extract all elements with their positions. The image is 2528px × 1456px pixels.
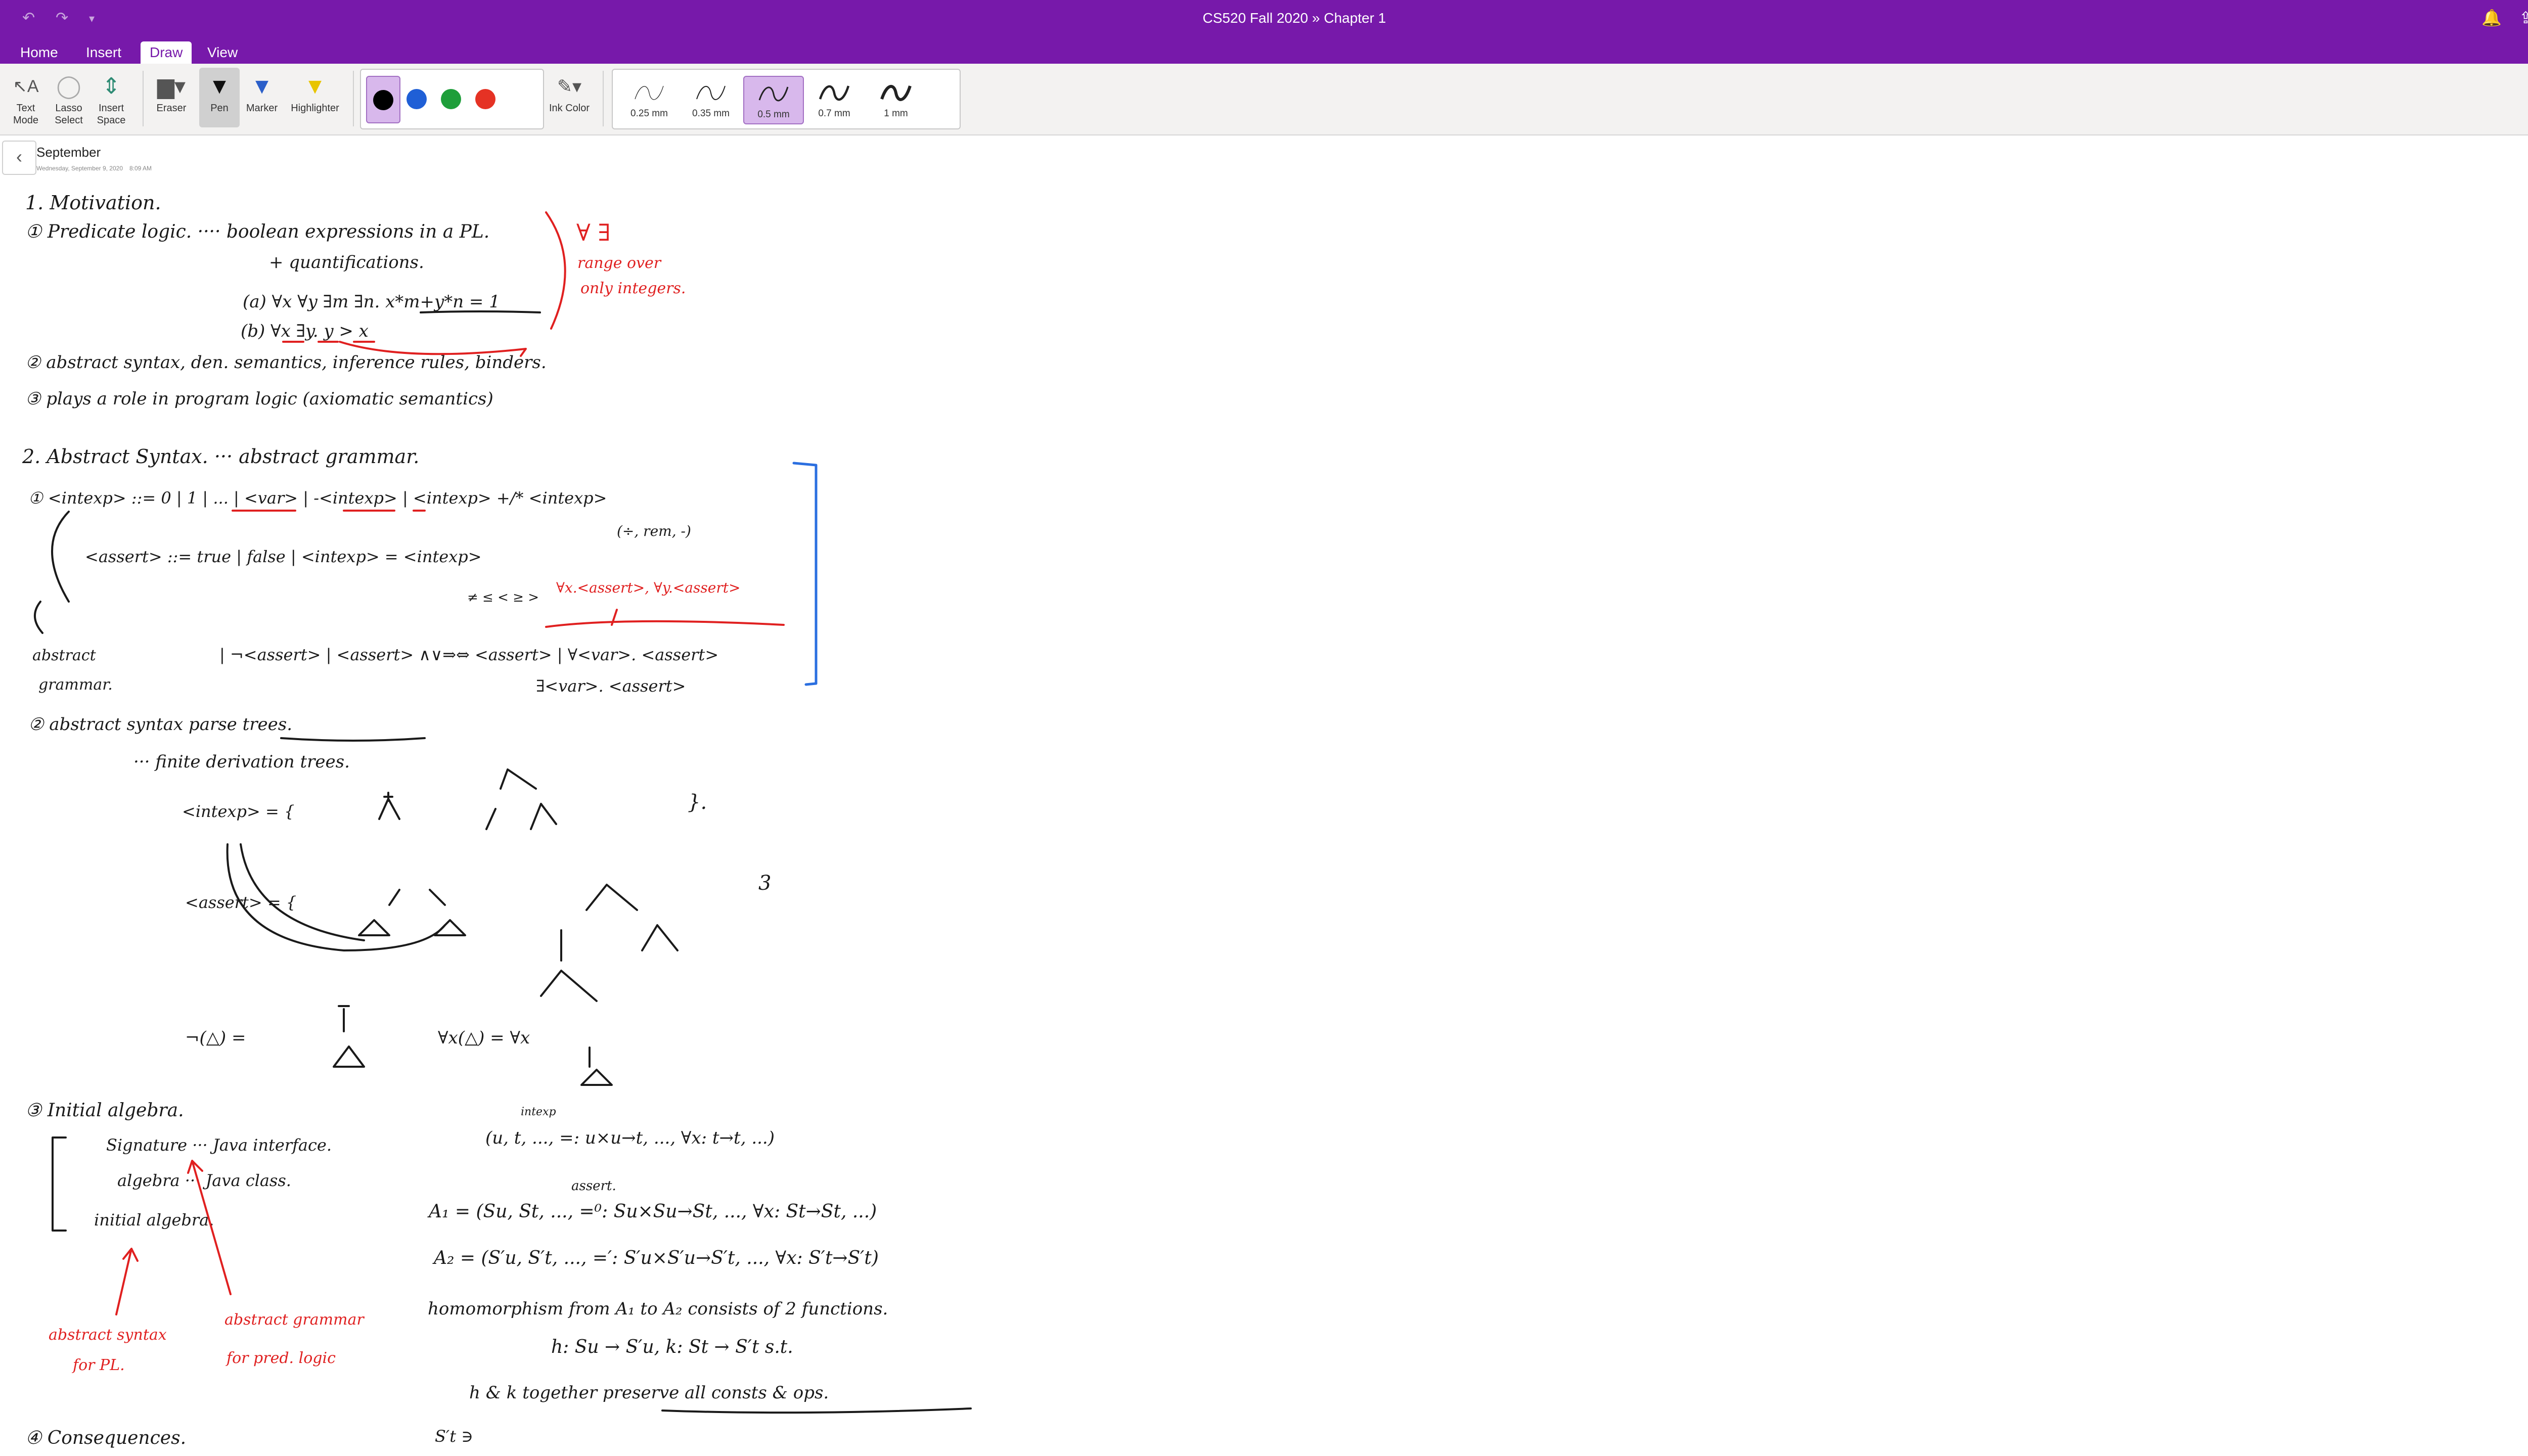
ink-tree-times <box>485 768 557 830</box>
ink-canvas[interactable]: 1. Motivation. ① Predicate logic. ···· b… <box>0 0 2528 1456</box>
ink-parse-trees: ② abstract syntax parse trees. <box>28 714 292 735</box>
ink-red-abstract-grammar: abstract grammar <box>224 1311 365 1329</box>
ink-close-brace: }. <box>688 791 707 814</box>
ink-algebra: algebra ··· Java class. <box>117 1171 291 1190</box>
ink-red-for-pl: for PL. <box>72 1356 125 1374</box>
ink-initial-algebra: initial algebra. <box>94 1210 214 1230</box>
ink-red-range: range over <box>577 254 662 272</box>
ink-forall-tree-shape <box>580 1046 613 1086</box>
ink-predicate-logic: ① Predicate logic. ···· boolean expressi… <box>25 221 489 242</box>
ink-h-k-functions: h: Su → S′u, k: St → S′t s.t. <box>551 1337 793 1357</box>
ink-preserve: h & k together preserve all consts & ops… <box>469 1383 829 1403</box>
ink-red-pred-logic: for pred. logic <box>225 1349 336 1367</box>
ink-heading-initial-algebra: ③ Initial algebra. <box>25 1100 184 1121</box>
ink-neg-tree-shape <box>333 1005 365 1068</box>
ink-grammar-exists: ∃<var>. <assert> <box>536 676 686 696</box>
ink-homomorphism: homomorphism from A₁ to A₂ consists of 2… <box>428 1299 888 1319</box>
ink-tree-plus <box>378 792 400 820</box>
ink-blue-bracket <box>792 462 818 686</box>
ink-algebra-a2: A₂ = (S′u, S′t, ..., =′: S′u×S′u→S′t, ..… <box>432 1248 879 1268</box>
ink-intexp-note: intexp <box>521 1106 556 1118</box>
ink-grammar-connectives: | ¬<assert> | <assert> ∧∨⇒⇔ <assert> | ∀… <box>219 645 718 664</box>
ink-abstract-syntax: ② abstract syntax, den. semantics, infer… <box>25 352 547 373</box>
ink-program-logic: ③ plays a role in program logic (axiomat… <box>25 389 493 409</box>
ink-underline <box>661 1407 972 1414</box>
ink-red-quantifiers: ∀ ∃ <box>576 219 610 246</box>
ink-arrow <box>33 601 43 634</box>
ink-underline <box>420 310 541 313</box>
ink-red-abstract-syntax: abstract syntax <box>49 1326 167 1344</box>
ink-signature: Signature ··· Java interface. <box>106 1135 332 1155</box>
ink-red-integers: only integers. <box>580 280 686 297</box>
ink-example-a: (a) ∀x ∀y ∃m ∃n. x*m+y*n = 1 <box>243 292 500 312</box>
ink-forall-tree: ∀x(△) = ∀x <box>438 1028 530 1048</box>
ink-heading-motivation: 1. Motivation. <box>25 192 161 214</box>
ink-negation-tree: ¬(△) = <box>185 1028 246 1048</box>
ink-red-forall: ∀x.<assert>, ∀y.<assert> <box>556 579 740 596</box>
ink-abstract-label: abstract <box>32 647 97 664</box>
ink-comparison-ops: ≠ ≤ < ≥ > <box>467 590 539 605</box>
ink-bracket <box>52 1136 67 1232</box>
ink-derivation-trees: ··· finite derivation trees. <box>133 752 350 772</box>
ink-underline <box>280 737 426 742</box>
ink-quantifications: + quantifications. <box>269 252 424 272</box>
ink-red-bracket <box>545 609 785 628</box>
ink-tree-and <box>540 884 679 1002</box>
ink-heading-consequences: ④ Consequences. <box>25 1428 186 1448</box>
ink-red-arrow <box>115 1248 139 1315</box>
ink-tree-equals <box>358 889 466 936</box>
ink-close-brace: 3 <box>758 872 771 895</box>
ink-st-element: S′t ∋ <box>435 1427 473 1446</box>
ink-example-b: (b) ∀x ∃y. y > x <box>241 321 369 341</box>
ink-paren <box>51 511 70 603</box>
ink-extra-ops: (÷, rem, -) <box>617 523 691 539</box>
ink-algebra-a1: A₁ = (Su, St, ..., =⁰: Su×Su→St, ..., ∀x… <box>427 1201 877 1222</box>
ink-heading-abstract-syntax: 2. Abstract Syntax. ··· abstract grammar… <box>22 445 419 468</box>
ink-signature-example: (u, t, ..., =: u×u→t, ..., ∀x: t→t, ...) <box>485 1128 775 1148</box>
ink-intexp-set: <intexp> = { <box>182 802 294 821</box>
ink-assert-note: assert. <box>571 1178 616 1194</box>
ink-red-bracket <box>545 211 566 330</box>
ink-grammar-assert: <assert> ::= true | false | <intexp> = <… <box>85 547 482 566</box>
ink-grammar-intexp: ① <intexp> ::= 0 | 1 | ... | <var> | -<i… <box>28 488 607 508</box>
ink-grammar-label: grammar. <box>38 676 113 694</box>
